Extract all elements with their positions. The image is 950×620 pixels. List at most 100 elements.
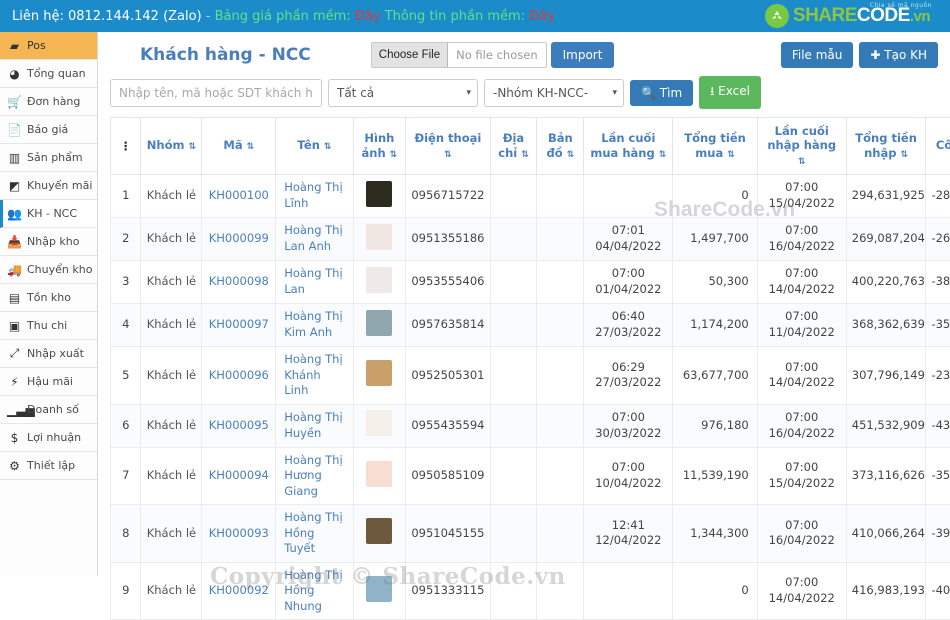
cell-name[interactable]: Hoàng Thị Hồng Nhung [276,562,353,620]
sort-updown-icon[interactable]: ⇅ [567,150,575,160]
sort-updown-icon[interactable]: ⇅ [189,142,197,152]
sidebar-item-13[interactable]: ▁▃▅Doanh số [0,396,97,424]
cell-name[interactable]: Hoàng Thị Lan Anh [276,218,353,261]
sidebar-item-4[interactable]: ▥Sản phẩm [0,144,97,172]
table-row[interactable]: 2Khách lẻKH000099Hoàng Thị Lan Anh095135… [111,218,950,261]
column-header-5[interactable]: Địa chỉ ⇅ [490,118,537,175]
cell-map[interactable] [537,304,584,347]
software-info-link[interactable]: Đây [529,9,555,24]
table-row[interactable]: 3Khách lẻKH000098Hoàng Thị Lan0953555406… [111,261,950,304]
sidebar-item-3[interactable]: 📄Báo giá [0,116,97,144]
cell-address [490,261,537,304]
cell-map[interactable] [537,562,584,620]
sidebar-item-2[interactable]: 🛒Đơn hàng [0,88,97,116]
cell-phone: 0956715722 [406,175,490,218]
cell-map[interactable] [537,218,584,261]
cell-name[interactable]: Hoàng Thị Kim Anh [276,304,353,347]
cell-code[interactable]: KH000096 [202,347,276,405]
cell-code[interactable]: KH000100 [202,175,276,218]
sidebar-item-8[interactable]: 🚚Chuyển kho [0,256,97,284]
cell-map[interactable] [537,505,584,563]
search-button[interactable]: 🔍 Tìm [630,80,693,106]
cell-map[interactable] [537,261,584,304]
sidebar-item-9[interactable]: ▤Tồn kho [0,284,97,312]
type-select[interactable]: Tất cả ▾ [328,79,478,107]
sidebar-item-12[interactable]: ⚡Hậu mãi [0,368,97,396]
avatar [366,461,392,487]
cell-last-buy [584,562,673,620]
sidebar-item-label: Thiết lập [27,459,75,472]
sidebar-item-15[interactable]: ⚙Thiết lập [0,452,97,480]
cell-map[interactable] [537,447,584,505]
file-input[interactable]: Choose File No file chosen [371,42,547,68]
cell-map[interactable] [537,347,584,405]
search-input[interactable] [110,79,322,107]
cell-code[interactable]: KH000094 [202,447,276,505]
sort-updown-icon[interactable]: ⇅ [390,150,398,160]
cell-code[interactable]: KH000093 [202,505,276,563]
cell-code[interactable]: KH000098 [202,261,276,304]
page-title: Khách hàng - NCC [140,45,311,65]
sort-updown-icon[interactable]: ⇅ [521,150,529,160]
cell-total-buy: 0 [673,175,757,218]
sort-updown-icon[interactable]: ⇅ [444,150,452,160]
cell-map[interactable] [537,175,584,218]
cell-code[interactable]: KH000095 [202,404,276,447]
column-header-0[interactable]: Nhóm ⇅ [141,118,202,175]
cell-name[interactable]: Hoàng Thị Lan [276,261,353,304]
pricelist-link[interactable]: Đây [355,9,381,24]
sort-updown-icon[interactable]: ⇅ [798,157,806,167]
cell-map[interactable] [537,404,584,447]
sort-updown-icon[interactable]: ⇅ [901,150,909,160]
excel-export-button[interactable]: ⭳ Excel [699,76,761,109]
column-header-6[interactable]: Bản đồ ⇅ [537,118,584,175]
sidebar-item-10[interactable]: ▣Thu chi [0,312,97,340]
sort-updown-icon[interactable]: ⇅ [659,150,667,160]
cell-debt: -388,330,136 [926,261,950,304]
table-row[interactable]: 1Khách lẻKH000100Hoàng Thị Lĩnh095671572… [111,175,950,218]
column-header-7[interactable]: Lần cuối mua hàng ⇅ [584,118,673,175]
table-row[interactable]: 5Khách lẻKH000096Hoàng Thị Khánh Linh095… [111,347,950,405]
cell-name[interactable]: Hoàng Thị Hồng Tuyết [276,505,353,563]
cell-name[interactable]: Hoàng Thị Hương Giang [276,447,353,505]
sort-updown-icon[interactable]: ⇅ [324,142,332,152]
cell-code[interactable]: KH000092 [202,562,276,620]
plus-icon: ✚ [870,48,880,62]
sidebar-item-0[interactable]: ▰Pos [0,32,97,60]
table-row[interactable]: 7Khách lẻKH000094Hoàng Thị Hương Giang09… [111,447,950,505]
sidebar-item-6[interactable]: 👥KH - NCC [0,200,97,228]
sidebar-item-14[interactable]: $Lợi nhuận [0,424,97,452]
column-header-11[interactable]: Công nợ ⇅ [926,118,950,175]
import-button[interactable]: Import [551,42,615,68]
column-header-4[interactable]: Điện thoại ⇅ [406,118,490,175]
sidebar-item-7[interactable]: 📥Nhập kho [0,228,97,256]
column-header-3[interactable]: Hình ảnh ⇅ [353,118,406,175]
sample-file-button[interactable]: File mẫu [781,42,854,68]
column-header-8[interactable]: Tổng tiền mua ⇅ [673,118,757,175]
sidebar-item-5[interactable]: ◩Khuyến mãi [0,172,97,200]
cell-code[interactable]: KH000097 [202,304,276,347]
cell-last-buy [584,175,673,218]
table-row[interactable]: 4Khách lẻKH000097Hoàng Thị Kim Anh095763… [111,304,950,347]
sidebar-item-1[interactable]: ◕Tổng quan [0,60,97,88]
sort-updown-icon[interactable]: ⇅ [727,150,735,160]
sort-updown-icon[interactable]: ⇅ [247,142,255,152]
column-header-1[interactable]: Mã ⇅ [202,118,276,175]
cell-name[interactable]: Hoàng Thị Lĩnh [276,175,353,218]
table-row[interactable]: 9Khách lẻKH000092Hoàng Thị Hồng Nhung095… [111,562,950,620]
table-row[interactable]: 8Khách lẻKH000093Hoàng Thị Hồng Tuyết095… [111,505,950,563]
column-header-9[interactable]: Lần cuối nhập hàng ⇅ [757,118,846,175]
group-select[interactable]: -Nhóm KH-NCC- ▾ [484,79,624,107]
table-row[interactable]: 6Khách lẻKH000095Hoàng Thị Huyền09554355… [111,404,950,447]
vertical-dots-icon[interactable]: ⋮ [120,139,132,153]
create-customer-button[interactable]: ✚ Tạo KH [859,42,938,68]
cell-name[interactable]: Hoàng Thị Khánh Linh [276,347,353,405]
column-header-10[interactable]: Tổng tiền nhập ⇅ [846,118,926,175]
sidebar-item-11[interactable]: ⤢Nhập xuất [0,340,97,368]
column-header-2[interactable]: Tên ⇅ [276,118,353,175]
row-index: 2 [111,218,141,261]
cell-name[interactable]: Hoàng Thị Huyền [276,404,353,447]
cell-code[interactable]: KH000099 [202,218,276,261]
choose-file-button[interactable]: Choose File [372,43,448,67]
row-menu-header[interactable]: ⋮ [111,118,141,175]
